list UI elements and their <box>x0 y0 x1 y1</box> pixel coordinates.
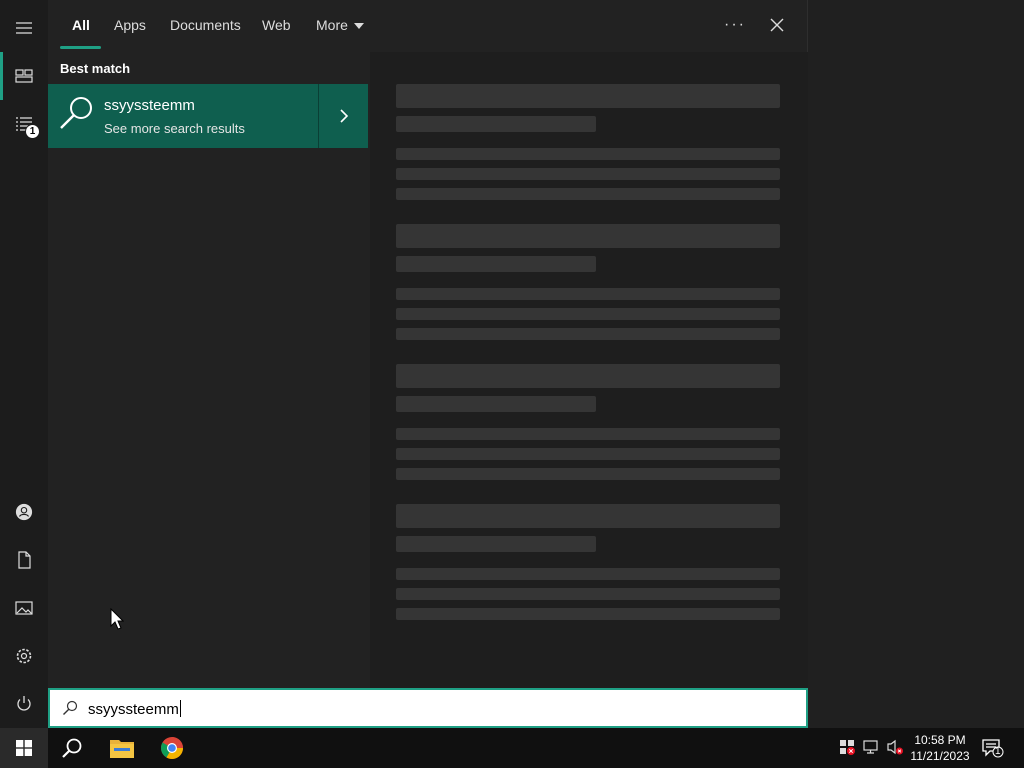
settings-button[interactable] <box>0 632 48 680</box>
search-icon <box>62 738 82 758</box>
defender-icon[interactable] <box>838 738 856 756</box>
chevron-right-icon <box>339 109 348 123</box>
network-icon[interactable] <box>862 738 880 756</box>
skeleton-block <box>396 148 780 160</box>
search-input-value: ssyyssteemm <box>88 701 179 718</box>
results-list: Best match ssyyssteemm See more search r… <box>48 52 370 688</box>
pictures-icon <box>15 601 33 615</box>
skeleton-block <box>396 168 780 180</box>
taskbar-clock[interactable]: 10:58 PM 11/21/2023 <box>906 732 974 764</box>
clock-time: 10:58 PM <box>914 733 966 747</box>
close-icon <box>770 18 784 32</box>
taskbar-search-button[interactable] <box>48 728 96 768</box>
skeleton-block <box>396 256 596 272</box>
best-match-heading: Best match <box>60 61 131 76</box>
skeleton-block <box>396 448 780 460</box>
skeleton-block <box>396 536 596 552</box>
skeleton-block <box>396 468 780 480</box>
best-match-subtitle: See more search results <box>104 121 245 136</box>
search-tabs: All Apps Documents Web More ··· <box>48 0 808 52</box>
ellipsis-icon: ··· <box>724 16 746 33</box>
start-icon <box>16 740 32 756</box>
search-input-value-wrap: ssyyssteemm <box>88 700 181 718</box>
best-match-result[interactable]: ssyyssteemm See more search results <box>48 84 368 148</box>
skeleton-block <box>396 188 780 200</box>
best-match-main[interactable]: ssyyssteemm See more search results <box>48 84 318 148</box>
skeleton-block <box>396 308 780 320</box>
skeleton-block <box>396 608 780 620</box>
documents-button[interactable] <box>0 536 48 584</box>
skeleton-block <box>396 568 780 580</box>
account-button[interactable] <box>0 488 48 536</box>
tab-all[interactable]: All <box>72 17 90 33</box>
power-button[interactable] <box>0 680 48 728</box>
skeleton-block <box>396 396 596 412</box>
taskbar-chrome[interactable] <box>148 728 196 768</box>
start-button[interactable] <box>0 728 48 768</box>
skeleton-block <box>396 364 780 388</box>
skeleton-block <box>396 84 780 108</box>
volume-muted-icon[interactable] <box>886 738 904 756</box>
close-button[interactable] <box>762 10 792 40</box>
text-caret <box>179 700 181 717</box>
tab-more[interactable]: More <box>316 17 364 33</box>
menu-button[interactable] <box>0 4 48 52</box>
search-panel: All Apps Documents Web More ··· Best mat… <box>48 0 808 688</box>
mouse-cursor-icon <box>110 608 124 630</box>
home-icon <box>15 69 33 83</box>
more-options-button[interactable]: ··· <box>720 10 750 40</box>
chrome-icon <box>161 737 183 759</box>
notification-count: 1 <box>995 746 1001 757</box>
taskbar-file-explorer[interactable] <box>98 728 146 768</box>
menu-icon <box>16 22 32 34</box>
file-explorer-icon <box>110 740 134 758</box>
open-details-button[interactable] <box>318 84 368 148</box>
tab-documents[interactable]: Documents <box>170 17 241 33</box>
clock-date: 11/21/2023 <box>910 749 970 763</box>
search-input[interactable]: ssyyssteemm <box>48 688 808 728</box>
pictures-button[interactable] <box>0 584 48 632</box>
power-icon <box>17 696 31 711</box>
activity-button[interactable]: 1 <box>0 100 48 148</box>
tab-more-label: More <box>316 17 348 33</box>
skeleton-block <box>396 116 596 132</box>
home-button[interactable] <box>0 52 48 100</box>
tab-apps[interactable]: Apps <box>114 17 146 33</box>
document-icon <box>18 551 31 569</box>
action-center-button[interactable]: 1 <box>982 738 1004 758</box>
skeleton-block <box>396 588 780 600</box>
preview-pane-loading <box>370 52 808 688</box>
taskbar: 10:58 PM 11/21/2023 1 <box>0 728 1024 768</box>
skeleton-block <box>396 224 780 248</box>
active-tab-indicator <box>60 46 101 49</box>
skeleton-block <box>396 288 780 300</box>
start-rail: 1 <box>0 0 48 728</box>
caret-down-icon <box>353 23 364 30</box>
search-icon <box>63 700 78 715</box>
account-icon <box>15 503 33 521</box>
activity-badge: 1 <box>25 124 40 139</box>
best-match-title: ssyyssteemm <box>104 97 195 114</box>
skeleton-block <box>396 328 780 340</box>
settings-icon <box>16 648 32 664</box>
skeleton-block <box>396 428 780 440</box>
tab-web[interactable]: Web <box>262 17 291 33</box>
skeleton-block <box>396 504 780 528</box>
desktop-background <box>808 0 1024 728</box>
search-icon <box>60 97 92 129</box>
